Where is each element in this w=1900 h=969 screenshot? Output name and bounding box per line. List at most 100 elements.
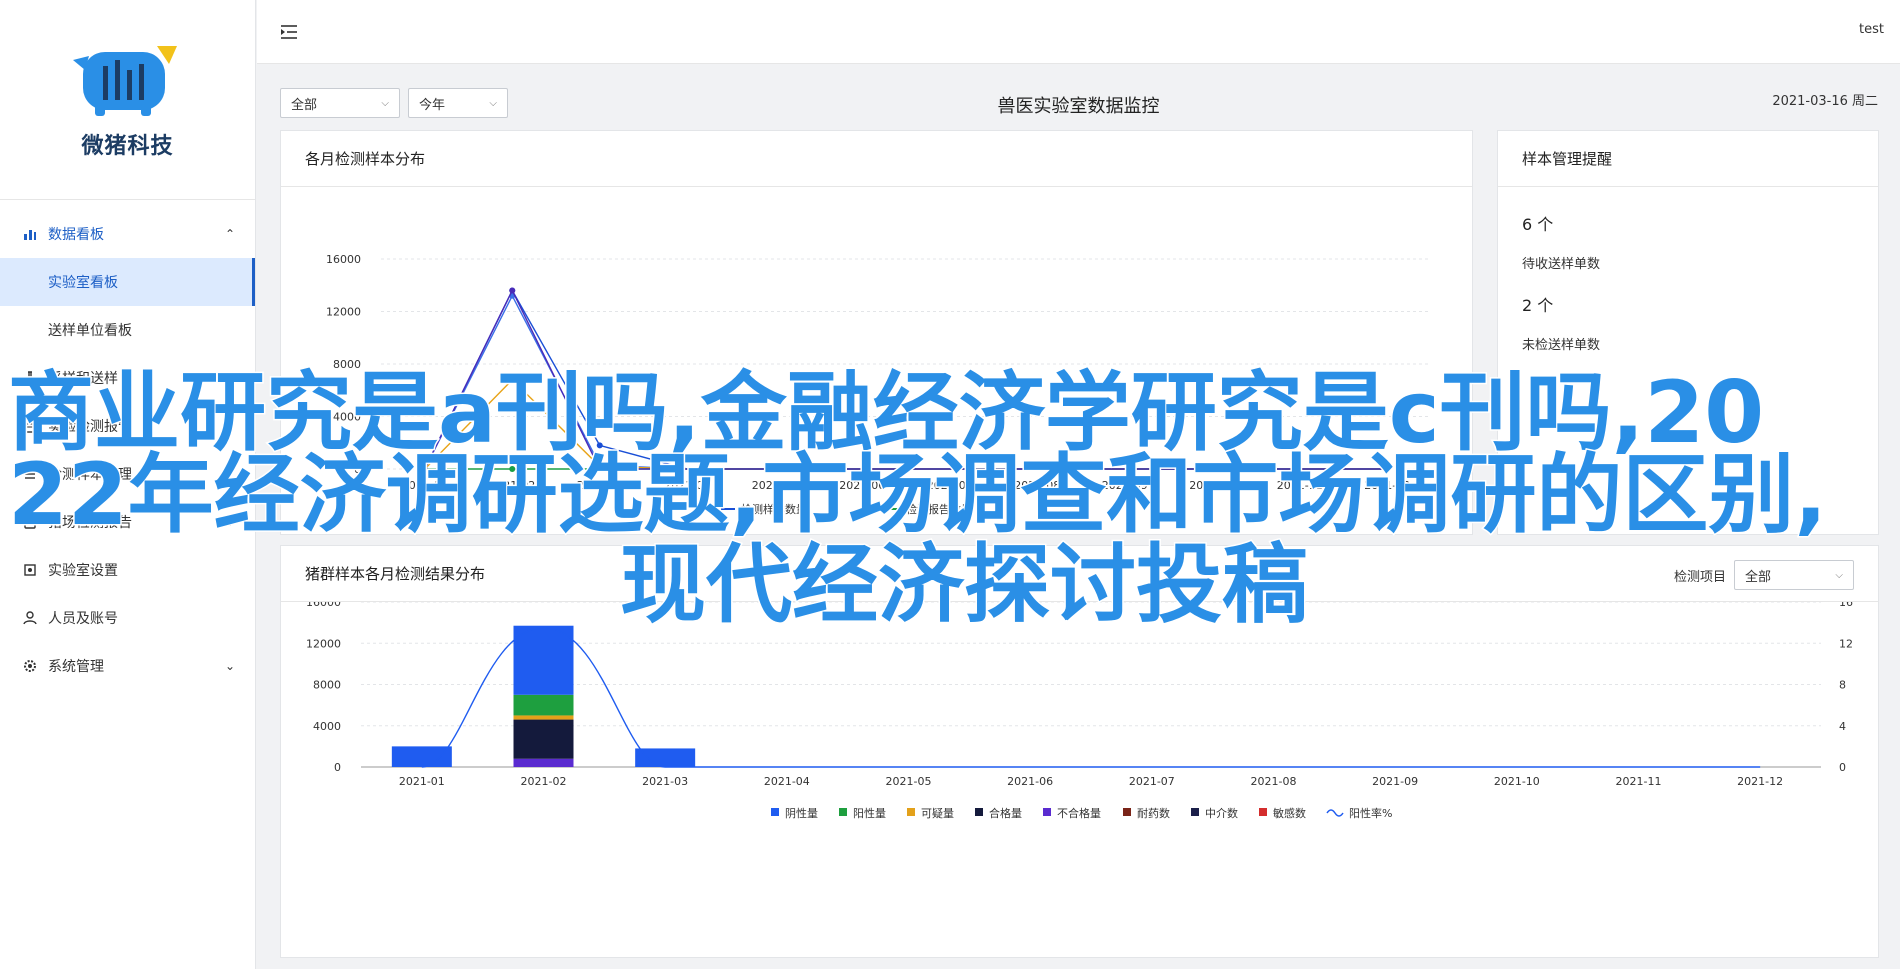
sidebar-item-label: 系统管理: [48, 659, 104, 675]
y-tick-label: 12000: [306, 637, 341, 650]
legend-label: 可疑量: [921, 807, 954, 820]
pending-receive-label: 待收送样单数: [1522, 257, 1601, 272]
sidebar-item-label: 人员及账号: [48, 611, 118, 627]
sidebar-item-label: 实验室设置: [48, 563, 118, 579]
y-tick-label: 4000: [333, 411, 361, 424]
legend-marker: [907, 808, 915, 816]
legend-label: 检测样本数量: [741, 502, 807, 516]
test-item-select-value: 全部: [1745, 569, 1772, 585]
brand: 微猪科技: [0, 0, 255, 200]
top-bar: test: [257, 0, 1900, 64]
legend-label: 敏感数: [1273, 806, 1306, 820]
x-tick-label: 2021-10: [1189, 479, 1235, 492]
bar-segment: [635, 748, 696, 767]
x-tick-label: 2021-02: [489, 479, 535, 492]
legend-label: 不合格量: [1057, 806, 1101, 820]
y2-tick-label: 16: [1839, 602, 1853, 609]
sidebar-item-dashboard[interactable]: 数据看板 ⌃: [0, 210, 255, 258]
sidebar-item-label: 实验检测报告: [48, 419, 132, 435]
sidebar-item-label: 检测样本管理: [48, 467, 132, 483]
x-tick-label: 2021-07: [1129, 775, 1175, 788]
sidebar-item-sender-board[interactable]: 送样单位看板: [0, 306, 255, 354]
sidebar-item-users[interactable]: 人员及账号: [0, 594, 255, 642]
legend-label: 耐药数: [1137, 807, 1170, 820]
sidebar-item-system[interactable]: 系统管理 ⌄: [0, 642, 255, 690]
user-icon: [22, 610, 38, 626]
x-tick-label: 2021-05: [886, 775, 932, 788]
x-tick-label: 2021-05: [752, 479, 798, 492]
settings-icon: [22, 658, 38, 674]
bar-segment: [513, 715, 574, 720]
legend-label: 中介数: [1205, 807, 1238, 820]
y-tick-label: 4000: [313, 720, 341, 733]
y-tick-label: 8000: [333, 358, 361, 371]
sample-reminder-card: 样本管理提醒 6 个 待收送样单数 2 个 未检送样单数: [1497, 130, 1879, 535]
gear-icon: [22, 562, 38, 578]
x-tick-label: 2021-04: [764, 775, 810, 788]
x-tick-label: 2021-09: [1102, 479, 1148, 492]
sidebar-item-farm-report[interactable]: 猪场检测报告 ⌄: [0, 498, 255, 546]
test-item-label: 检测项目: [1673, 569, 1726, 585]
sidebar-item-label: 送样单位看板: [48, 323, 132, 339]
positive-rate-line: [421, 627, 1761, 768]
bar-segment: [513, 758, 574, 767]
sidebar-item-label: 数据看板: [48, 227, 104, 243]
data-point: [596, 442, 603, 449]
test-item-filter: 检测项目 全部 ⌵: [1674, 560, 1854, 590]
x-tick-label: 2021-06: [839, 479, 885, 492]
x-tick-label: 2021-08: [1014, 479, 1060, 492]
bar-segment: [513, 625, 574, 695]
x-tick-label: 2021-06: [1007, 775, 1053, 788]
sidebar-item-sampling[interactable]: 采样和送样: [0, 354, 255, 402]
chevron-down-icon: ⌄: [224, 515, 235, 529]
user-name[interactable]: test: [1859, 22, 1884, 37]
series-line: [424, 294, 1388, 470]
sidebar-item-lab-board[interactable]: 实验室看板: [0, 258, 255, 306]
legend-marker: [771, 808, 779, 816]
y-tick-label: 12000: [326, 306, 361, 319]
x-tick-label: 2021-12: [1364, 479, 1410, 492]
legend-marker: [1123, 808, 1131, 816]
x-tick-label: 2021-10: [1494, 775, 1540, 788]
x-tick-label: 2021-01: [402, 479, 448, 492]
legend-marker: [1191, 808, 1199, 816]
y2-tick-label: 4: [1839, 720, 1846, 733]
legend-label: 阳性率%: [1349, 806, 1392, 820]
document-icon: [22, 418, 38, 434]
data-point: [509, 466, 516, 472]
legend-marker: [839, 808, 847, 816]
legend-label: 合格量: [989, 806, 1022, 820]
x-tick-label: 2021-09: [1372, 775, 1418, 788]
legend-label: 阴性量: [785, 806, 818, 820]
y-tick-label: 16000: [326, 253, 361, 266]
bar-segment: [391, 746, 452, 767]
x-tick-label: 2021-04: [664, 479, 710, 492]
card-title: 猪群样本各月检测结果分布: [281, 546, 1878, 602]
test-result-bar-chart: 0 4000 8000 12000 16000 0 4 8 12 16 2021-01 2021-02…: [306, 596, 1853, 820]
card-title: 样本管理提醒: [1498, 131, 1878, 187]
test-item-select[interactable]: 全部 ⌵: [1734, 560, 1854, 590]
sidebar-item-lab-settings[interactable]: 实验室设置: [0, 546, 255, 594]
pending-receive-count: 6 个: [1522, 215, 1554, 234]
x-tick-label: 2021-11: [1616, 775, 1662, 788]
y-tick-label: 0: [354, 463, 361, 476]
bar-segment: [513, 719, 574, 759]
brand-name: 微猪科技: [81, 133, 174, 159]
sidebar-item-sample-mgmt[interactable]: 检测样本管理: [0, 450, 255, 498]
y-tick-label: 16000: [306, 602, 341, 609]
monthly-sample-card: 各月检测样本分布 0 4000 8000 12000 16000 2021-01 2021-…: [280, 130, 1473, 535]
data-point: [509, 376, 516, 383]
y2-tick-label: 12: [1839, 637, 1853, 650]
monthly-sample-line-chart: 0 4000 8000 12000 16000 2021-01 2021-02 2021-03…: [326, 253, 1431, 516]
legend-marker: [1259, 808, 1267, 816]
reminder-list: 6 个 待收送样单数 2 个 未检送样单数: [1498, 187, 1878, 353]
bar-segment: [513, 694, 574, 716]
x-tick-label: 2021-12: [1737, 775, 1783, 788]
y2-tick-label: 8: [1839, 679, 1846, 692]
data-point: [421, 466, 428, 472]
unchecked-label: 未检送样单数: [1522, 338, 1601, 353]
sidebar-item-label: 实验室看板: [48, 275, 118, 291]
y-tick-label: 8000: [313, 679, 341, 692]
sidebar-item-lab-report[interactable]: 实验检测报告: [0, 402, 255, 450]
menu-collapse-icon[interactable]: [279, 22, 299, 42]
